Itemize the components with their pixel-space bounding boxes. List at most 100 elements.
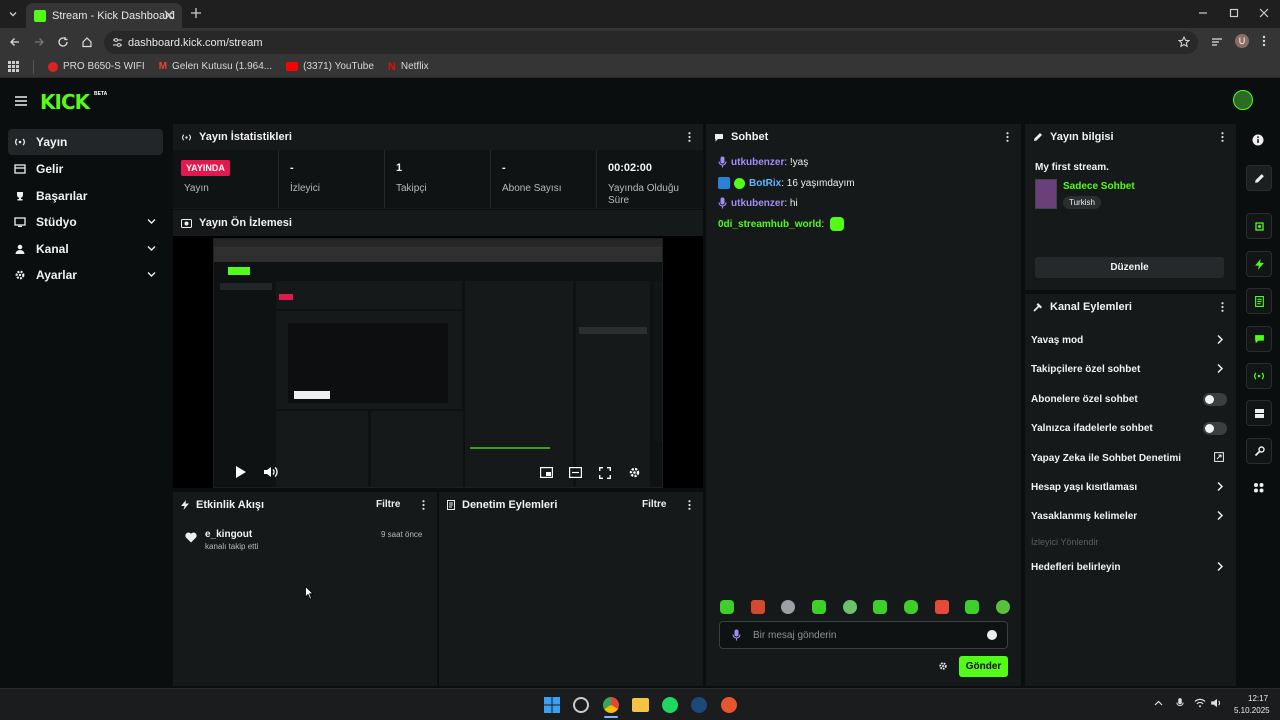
activity-menu-icon[interactable] <box>422 500 425 510</box>
sidebar-item-gelir[interactable]: Gelir <box>8 156 163 182</box>
bookmark-msi[interactable]: PRO B650-S WIFI <box>48 61 145 72</box>
action-set-goals[interactable]: Hedefleri belirleyin <box>1031 558 1227 576</box>
forward-icon[interactable] <box>33 36 45 48</box>
site-info-icon[interactable] <box>112 37 123 48</box>
chat-settings-icon[interactable] <box>938 661 948 671</box>
sidebar-item-studyo[interactable]: Stüdyo <box>8 209 163 235</box>
new-tab-icon[interactable] <box>190 7 202 19</box>
play-icon[interactable] <box>236 466 246 478</box>
action-account-age[interactable]: Hesap yaşı kısıtlaması <box>1031 478 1227 496</box>
emote-icon[interactable] <box>720 600 734 614</box>
hamburger-menu-icon[interactable] <box>15 96 27 106</box>
sidebar-item-ayarlar[interactable]: Ayarlar <box>8 262 163 288</box>
minimize-window-icon[interactable] <box>1198 8 1208 18</box>
channel-actions-menu-icon[interactable] <box>1221 302 1224 312</box>
address-bar[interactable]: dashboard.kick.com/stream <box>104 31 1198 54</box>
speaker-icon[interactable] <box>1211 698 1223 708</box>
chat-menu-icon[interactable] <box>1006 132 1009 142</box>
maximize-window-icon[interactable] <box>1229 8 1239 18</box>
app-icon-steelseries[interactable] <box>573 697 589 713</box>
home-icon[interactable] <box>81 36 93 48</box>
steam-icon[interactable] <box>691 697 707 713</box>
chat-input[interactable]: Bir mesaj gönderin <box>719 621 1008 649</box>
emote-icon[interactable] <box>781 600 796 614</box>
clock-date[interactable]: 5.10.2025 <box>1234 706 1270 715</box>
theater-mode-icon[interactable] <box>569 467 582 478</box>
emote-icon[interactable] <box>873 600 888 614</box>
moderation-menu-icon[interactable] <box>688 500 691 510</box>
spotify-icon[interactable] <box>662 697 678 713</box>
back-icon[interactable] <box>9 36 21 48</box>
profile-avatar[interactable]: U <box>1235 34 1249 48</box>
rail-layout-button[interactable] <box>1246 400 1272 426</box>
chrome-icon[interactable] <box>603 697 619 713</box>
emote-only-toggle[interactable] <box>1203 422 1227 435</box>
tray-chevron-up-icon[interactable] <box>1154 700 1163 706</box>
chevron-down-icon[interactable] <box>146 243 157 254</box>
emote-icon[interactable] <box>965 600 980 614</box>
reading-list-icon[interactable] <box>1211 36 1223 48</box>
sidebar-item-kanal[interactable]: Kanal <box>8 236 163 262</box>
picture-in-picture-icon[interactable] <box>540 467 553 478</box>
chat-username[interactable]: utkubenzer <box>731 157 784 168</box>
windows-start-icon[interactable] <box>544 697 560 713</box>
volume-icon[interactable] <box>264 466 278 478</box>
rail-tools-button[interactable] <box>1246 438 1272 464</box>
rail-notes-button[interactable] <box>1246 288 1272 314</box>
emote-icon[interactable] <box>995 600 1010 614</box>
stream-info-menu-icon[interactable] <box>1221 132 1224 142</box>
action-followers-only[interactable]: Takipçilere özel sohbet <box>1031 360 1227 378</box>
video-player[interactable] <box>173 236 703 488</box>
tray-microphone-icon[interactable] <box>1176 697 1184 709</box>
close-tab-icon[interactable] <box>164 10 174 20</box>
action-banned-words[interactable]: Yasaklanmış kelimeler <box>1031 507 1227 525</box>
bookmark-netflix[interactable]: N Netflix <box>388 61 429 73</box>
action-ai-moderation[interactable]: Yapay Zeka ile Sohbet Denetimi <box>1031 449 1227 467</box>
reload-icon[interactable] <box>57 36 69 48</box>
category-name[interactable]: Sadece Sohbet <box>1063 181 1135 192</box>
bookmark-gmail[interactable]: M Gelen Kutusu (1.964... <box>159 61 272 72</box>
stats-menu-icon[interactable] <box>688 132 691 142</box>
emote-icon[interactable] <box>842 600 857 614</box>
chevron-down-icon[interactable] <box>146 269 157 280</box>
emoji-picker-icon[interactable] <box>987 630 997 640</box>
apps-grid-icon[interactable] <box>8 61 19 72</box>
chat-username[interactable]: 0di_streamhub_world <box>718 219 821 230</box>
browser-menu-icon[interactable] <box>1262 35 1266 47</box>
info-icon[interactable] <box>1252 134 1264 146</box>
chat-username[interactable]: utkubenzer <box>731 198 784 209</box>
kick-logo[interactable]: KICK <box>40 90 90 114</box>
chevron-down-icon[interactable] <box>146 216 157 227</box>
file-explorer-icon[interactable] <box>632 698 649 712</box>
edit-button[interactable]: Düzenle <box>1035 257 1224 278</box>
moderation-filter-button[interactable]: Filtre <box>642 499 666 510</box>
clock-time[interactable]: 12:17 <box>1248 694 1268 703</box>
wifi-icon[interactable] <box>1194 698 1206 708</box>
action-slow-mode[interactable]: Yavaş mod <box>1031 331 1227 349</box>
close-window-icon[interactable] <box>1259 8 1269 18</box>
event-user[interactable]: e_kingout <box>205 529 252 540</box>
emote-icon[interactable] <box>750 600 765 614</box>
rail-quick-action-button[interactable] <box>1246 251 1272 277</box>
rail-clip-button[interactable] <box>1246 213 1272 239</box>
rail-extensions-icon[interactable] <box>1252 481 1265 494</box>
emote-icon[interactable] <box>811 600 826 614</box>
rail-edit-button[interactable] <box>1246 165 1272 191</box>
category-thumbnail[interactable] <box>1035 179 1057 209</box>
rail-broadcast-button[interactable] <box>1246 363 1272 389</box>
subscribers-only-toggle[interactable] <box>1203 393 1227 406</box>
activity-filter-button[interactable]: Filtre <box>376 499 400 510</box>
bookmark-youtube[interactable]: (3371) YouTube <box>286 61 374 72</box>
emote-icon[interactable] <box>934 600 949 614</box>
bookmark-star-icon[interactable] <box>1178 36 1190 48</box>
fullscreen-icon[interactable] <box>599 467 611 479</box>
tab-search-icon[interactable] <box>7 8 19 20</box>
browser-tab[interactable]: Stream - Kick Dashboard <box>26 3 182 28</box>
sidebar-item-basarilar[interactable]: Başarılar <box>8 183 163 209</box>
user-avatar[interactable] <box>1233 90 1253 110</box>
emote-icon[interactable] <box>903 600 918 614</box>
chat-username[interactable]: BotRix <box>749 178 781 189</box>
sidebar-item-yayin[interactable]: Yayın <box>8 129 163 155</box>
settings-gear-icon[interactable] <box>628 466 641 479</box>
app-icon-orange[interactable] <box>721 697 737 713</box>
